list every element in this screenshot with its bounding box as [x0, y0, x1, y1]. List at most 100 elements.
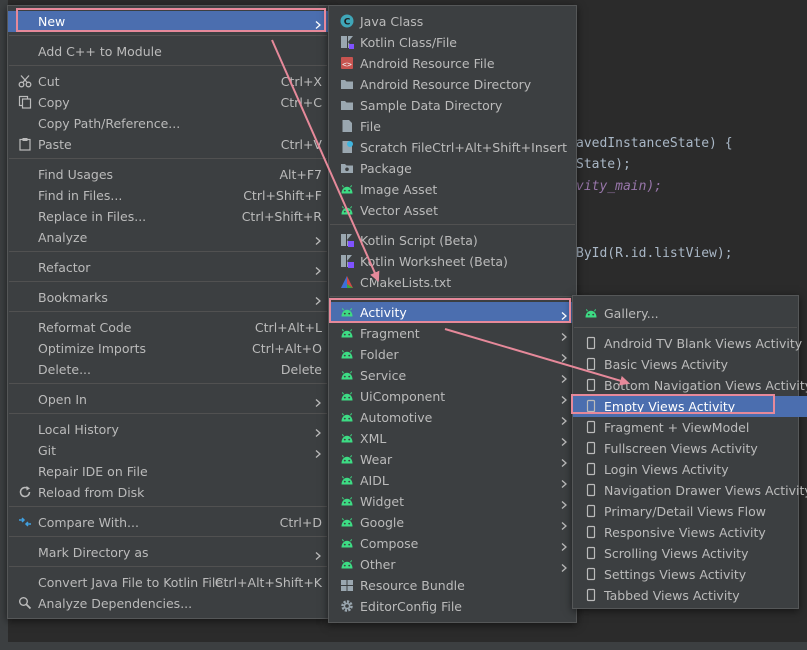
activity-item-bottom-navigation-views-activity[interactable]: Bottom Navigation Views Activity — [573, 375, 807, 396]
new-item-uicomponent[interactable]: UiComponent — [329, 386, 576, 407]
menu-item-label: Compose — [360, 536, 419, 551]
svg-text:C: C — [344, 18, 351, 28]
chevron-right-icon — [560, 350, 568, 362]
menu-item-find-in-files[interactable]: Find in Files... Ctrl+Shift+F — [8, 185, 328, 206]
menu-item-open-in[interactable]: Open In — [8, 389, 328, 410]
new-item-google[interactable]: Google — [329, 512, 576, 533]
menu-item-delete[interactable]: Delete... Delete — [8, 359, 328, 380]
new-item-fragment[interactable]: Fragment — [329, 323, 576, 344]
android-icon — [340, 557, 354, 571]
new-item-scratch-file[interactable]: Scratch File Ctrl+Alt+Shift+Insert — [329, 137, 576, 158]
android-icon — [340, 452, 354, 466]
new-item-cmakelists-txt[interactable]: CMakeLists.txt — [329, 272, 576, 293]
menu-item-replace-in-files[interactable]: Replace in Files... Ctrl+Shift+R — [8, 206, 328, 227]
chevron-right-icon — [560, 539, 568, 551]
activity-item-android-tv-blank-views-activity[interactable]: Android TV Blank Views Activity — [573, 333, 802, 354]
resource-bundle-icon — [340, 578, 354, 592]
activity-item-primary-detail-views-flow[interactable]: Primary/Detail Views Flow — [573, 501, 798, 522]
code-line: ById(R.id.listView); — [576, 246, 733, 261]
new-item-wear[interactable]: Wear — [329, 449, 576, 470]
new-item-kotlin-class-file[interactable]: Kotlin Class/File — [329, 32, 576, 53]
new-item-kotlin-worksheet-beta[interactable]: Kotlin Worksheet (Beta) — [329, 251, 576, 272]
new-item-aidl[interactable]: AIDL — [329, 470, 576, 491]
menu-item-convert-java-file-to-kotlin-file[interactable]: Convert Java File to Kotlin File Ctrl+Alt… — [8, 572, 328, 593]
menu-item-optimize-imports[interactable]: Optimize Imports Ctrl+Alt+O — [8, 338, 328, 359]
menu-item-label: Package — [360, 161, 412, 176]
new-item-kotlin-script-beta[interactable]: Kotlin Script (Beta) — [329, 230, 576, 251]
menu-item-new[interactable]: New — [8, 11, 328, 32]
new-item-other[interactable]: Other — [329, 554, 576, 575]
activity-item-settings-views-activity[interactable]: Settings Views Activity — [573, 564, 798, 585]
menu-separator — [9, 251, 327, 252]
new-item-file[interactable]: File — [329, 116, 576, 137]
menu-item-reload-from-disk[interactable]: Reload from Disk — [8, 482, 328, 503]
android-icon — [340, 182, 354, 196]
menu-item-mark-directory-as[interactable]: Mark Directory as — [8, 542, 328, 563]
activity-item-login-views-activity[interactable]: Login Views Activity — [573, 459, 798, 480]
activity-item-navigation-drawer-views-activity[interactable]: Navigation Drawer Views Activity — [573, 480, 807, 501]
menu-item-label: Reformat Code — [38, 320, 132, 335]
activity-item-scrolling-views-activity[interactable]: Scrolling Views Activity — [573, 543, 798, 564]
new-item-compose[interactable]: Compose — [329, 533, 576, 554]
menu-item-label: Primary/Detail Views Flow — [604, 504, 766, 519]
new-item-android-resource-file[interactable]: <> Android Resource File — [329, 53, 576, 74]
menu-item-bookmarks[interactable]: Bookmarks — [8, 287, 328, 308]
new-item-vector-asset[interactable]: Vector Asset — [329, 200, 576, 221]
menu-item-repair-ide-on-file[interactable]: Repair IDE on File — [8, 461, 328, 482]
activity-item-fullscreen-views-activity[interactable]: Fullscreen Views Activity — [573, 438, 798, 459]
menu-item-label: Java Class — [360, 14, 424, 29]
menu-item-add-c-to-module[interactable]: Add C++ to Module — [8, 41, 328, 62]
chevron-right-icon — [314, 548, 322, 560]
activity-item-tabbed-views-activity[interactable]: Tabbed Views Activity — [573, 585, 798, 606]
menu-item-reformat-code[interactable]: Reformat Code Ctrl+Alt+L — [8, 317, 328, 338]
menu-item-label: Cut — [38, 74, 60, 89]
menu-item-label: Android Resource File — [360, 56, 495, 71]
activity-item-responsive-views-activity[interactable]: Responsive Views Activity — [573, 522, 798, 543]
menu-item-label: CMakeLists.txt — [360, 275, 452, 290]
menu-item-label: Kotlin Worksheet (Beta) — [360, 254, 508, 269]
chevron-right-icon — [560, 413, 568, 425]
new-item-resource-bundle[interactable]: Resource Bundle — [329, 575, 576, 596]
menu-item-compare-with[interactable]: Compare With... Ctrl+D — [8, 512, 328, 533]
menu-item-label: Navigation Drawer Views Activity — [604, 483, 807, 498]
menu-item-analyze[interactable]: Analyze — [8, 227, 328, 248]
new-item-folder[interactable]: Folder — [329, 344, 576, 365]
analyze-dependencies-icon — [18, 596, 32, 610]
chevron-right-icon — [560, 518, 568, 530]
menu-item-copy[interactable]: Copy Ctrl+C — [8, 92, 328, 113]
new-item-image-asset[interactable]: Image Asset — [329, 179, 576, 200]
menu-item-local-history[interactable]: Local History — [8, 419, 328, 440]
new-item-package[interactable]: Package — [329, 158, 576, 179]
menu-item-shortcut: Ctrl+Alt+Shift+K — [214, 575, 322, 590]
menu-item-label: UiComponent — [360, 389, 446, 404]
android-icon — [340, 515, 354, 529]
new-item-service[interactable]: Service — [329, 365, 576, 386]
new-item-automotive[interactable]: Automotive — [329, 407, 576, 428]
menu-item-paste[interactable]: Paste Ctrl+V — [8, 134, 328, 155]
new-item-editorconfig-file[interactable]: EditorConfig File — [329, 596, 576, 617]
menu-item-label: Add C++ to Module — [38, 44, 162, 59]
activity-item-basic-views-activity[interactable]: Basic Views Activity — [573, 354, 798, 375]
activity-item-empty-views-activity[interactable]: Empty Views Activity — [573, 396, 807, 417]
new-item-java-class[interactable]: C Java Class — [329, 11, 576, 32]
new-item-android-resource-directory[interactable]: Android Resource Directory — [329, 74, 576, 95]
menu-item-analyze-dependencies[interactable]: Analyze Dependencies... — [8, 593, 328, 614]
menu-item-label: XML — [360, 431, 387, 446]
menu-item-label: Gallery... — [604, 306, 659, 321]
new-item-xml[interactable]: XML — [329, 428, 576, 449]
chevron-right-icon — [314, 233, 322, 245]
menu-item-git[interactable]: Git — [8, 440, 328, 461]
activity-item-fragment-viewmodel[interactable]: Fragment + ViewModel — [573, 417, 798, 438]
menu-item-label: EditorConfig File — [360, 599, 462, 614]
menu-item-copy-path-reference[interactable]: Copy Path/Reference... — [8, 113, 328, 134]
chevron-right-icon — [560, 455, 568, 467]
menu-item-find-usages[interactable]: Find Usages Alt+F7 — [8, 164, 328, 185]
activity-item-gallery[interactable]: Gallery... — [573, 303, 798, 324]
new-item-widget[interactable]: Widget — [329, 491, 576, 512]
code-line: vity_main); — [576, 179, 662, 194]
menu-item-cut[interactable]: Cut Ctrl+X — [8, 71, 328, 92]
new-item-activity[interactable]: Activity — [329, 302, 576, 323]
menu-item-shortcut: Ctrl+D — [279, 515, 322, 530]
menu-item-refactor[interactable]: Refactor — [8, 257, 328, 278]
new-item-sample-data-directory[interactable]: Sample Data Directory — [329, 95, 576, 116]
